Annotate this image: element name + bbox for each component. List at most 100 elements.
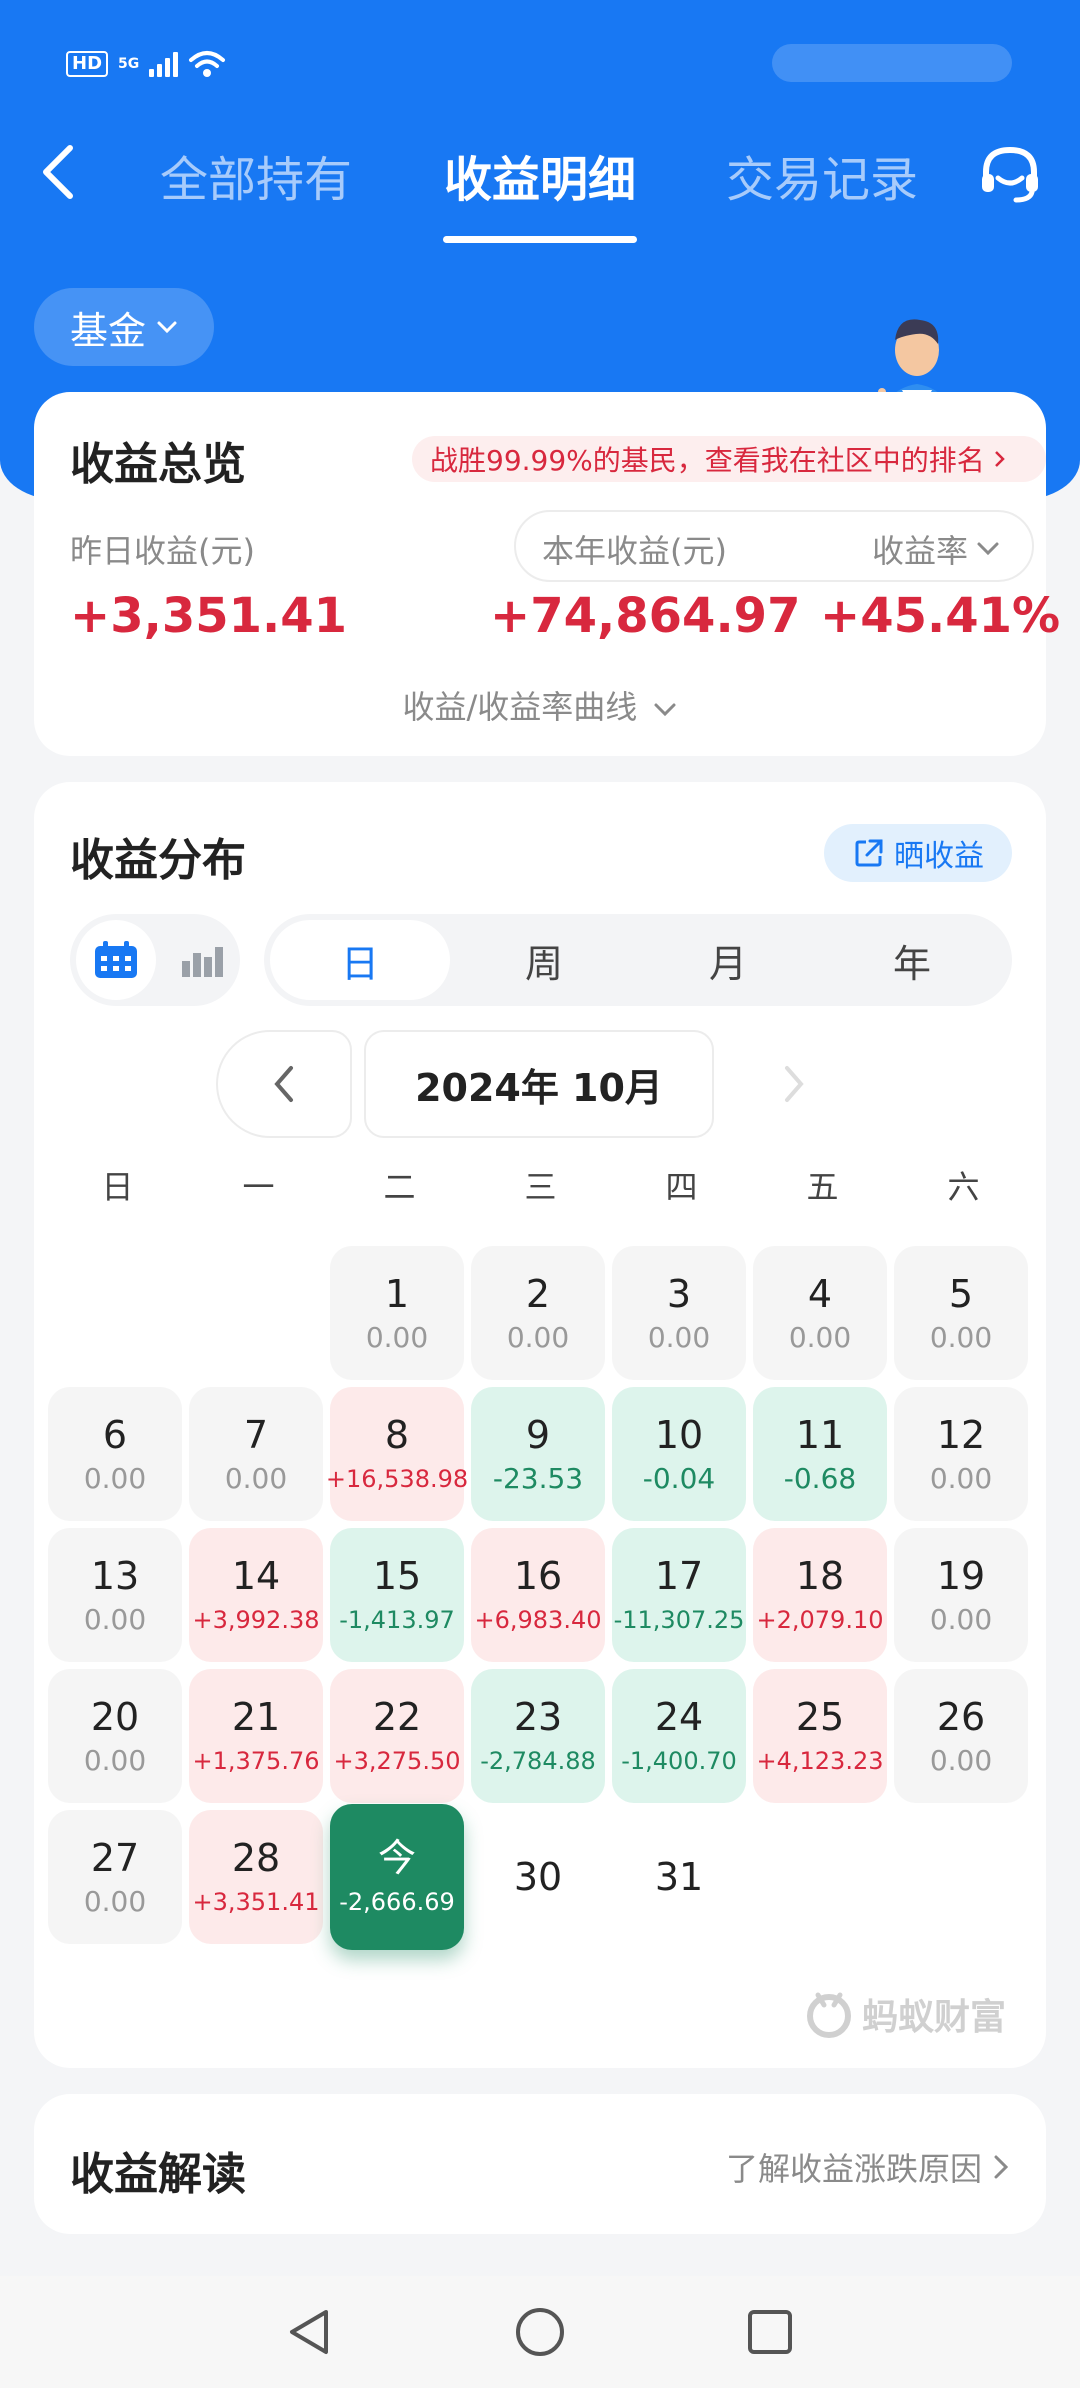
calendar-day-today[interactable]: 今 -2,666.69 (330, 1804, 464, 1950)
calendar-day[interactable]: 28 +3,351.41 (189, 1810, 323, 1944)
calendar-day[interactable]: 12 0.00 (894, 1387, 1028, 1521)
customer-service-button[interactable] (976, 140, 1044, 208)
calendar-day[interactable]: 7 0.00 (189, 1387, 323, 1521)
rank-banner[interactable]: 战胜99.99%的基民，查看我在社区中的排名 (412, 436, 1046, 482)
calendar-day-earnings: 0.00 (83, 1462, 147, 1495)
weekday-tue: 二 (383, 1168, 416, 1206)
watermark-text: 蚂蚁财富 (862, 1997, 1007, 2038)
calendar-day[interactable]: 24 -1,400.70 (612, 1669, 746, 1803)
calendar-day[interactable]: 1 0.00 (330, 1246, 464, 1380)
calendar-day[interactable]: 8 +16,538.98 (326, 1387, 468, 1521)
calendar-day[interactable]: 19 0.00 (894, 1528, 1028, 1662)
calendar-day[interactable]: 22 +3,275.50 (330, 1669, 464, 1803)
calendar-view-button[interactable] (76, 920, 156, 1000)
yesterday-earnings-value: +3,351.41 (70, 588, 348, 644)
calendar-day-number: 1 (384, 1272, 410, 1316)
ant-fortune-logo-icon (807, 1992, 851, 2038)
system-recents-button[interactable] (742, 2304, 798, 2360)
tab-all-holdings[interactable]: 全部持有 (160, 140, 352, 210)
share-earnings-button[interactable]: 晒收益 (824, 824, 1012, 882)
calendar-day-number: 16 (513, 1554, 563, 1598)
current-month[interactable]: 2024年 10月 (364, 1030, 714, 1138)
bar-view-button[interactable] (170, 920, 234, 1000)
system-home-button[interactable] (512, 2304, 568, 2360)
distribution-card: 收益分布 晒收益 日 周 月 年 2024年 10月 日 一 二 三 四 五 六… (34, 782, 1046, 2068)
active-tab-indicator (443, 236, 637, 243)
calendar-day-number: 11 (795, 1413, 845, 1457)
calendar-day[interactable]: 31 (612, 1810, 746, 1944)
calendar-day-number: 5 (948, 1272, 974, 1316)
calendar-day[interactable]: 3 0.00 (612, 1246, 746, 1380)
curve-toggle-label: 收益/收益率曲线 (402, 688, 638, 726)
share-earnings-label: 晒收益 (894, 839, 984, 874)
calendar-day[interactable]: 14 +3,992.38 (189, 1528, 323, 1662)
calendar-day-number: 今 (377, 1836, 416, 1880)
calendar-day[interactable]: 27 0.00 (48, 1810, 182, 1944)
view-toggle (70, 914, 240, 1006)
period-tab-day[interactable]: 日 (270, 920, 450, 1000)
system-back-button[interactable] (282, 2304, 338, 2360)
calendar-day[interactable]: 11 -0.68 (753, 1387, 887, 1521)
calendar-day[interactable]: 23 -2,784.88 (471, 1669, 605, 1803)
calendar-day[interactable]: 2 0.00 (471, 1246, 605, 1380)
calendar-day-number: 30 (513, 1855, 563, 1899)
yesterday-earnings-label: 昨日收益(元) (70, 532, 255, 570)
prev-month-button[interactable] (216, 1030, 352, 1138)
tab-earnings-detail[interactable]: 收益明细 (444, 140, 636, 210)
calendar-day[interactable]: 25 +4,123.23 (753, 1669, 887, 1803)
interpretation-card[interactable]: 收益解读 了解收益涨跌原因 (34, 2094, 1046, 2234)
chevron-right-icon (785, 1066, 804, 1102)
calendar-day-number: 26 (936, 1695, 986, 1739)
calendar-day-earnings: +4,123.23 (756, 1747, 884, 1775)
calendar-day[interactable]: 13 0.00 (48, 1528, 182, 1662)
interpretation-link[interactable]: 了解收益涨跌原因 (726, 2144, 1010, 2190)
calendar-day-number: 27 (90, 1836, 140, 1880)
weekday-thu: 四 (665, 1168, 698, 1206)
calendar-day[interactable]: 6 0.00 (48, 1387, 182, 1521)
calendar-day-number: 22 (372, 1695, 422, 1739)
calendar-day-earnings: 0.00 (929, 1744, 993, 1777)
calendar-day-earnings: +2,079.10 (756, 1606, 884, 1634)
calendar-day[interactable]: 9 -23.53 (471, 1387, 605, 1521)
calendar-day-earnings: -2,666.69 (339, 1888, 455, 1916)
calendar-day-earnings: -23.53 (492, 1462, 584, 1495)
rate-value: +45.41% (820, 588, 1061, 644)
triangle-back-icon (290, 2310, 328, 2354)
period-tab-year[interactable]: 年 (822, 920, 1002, 1000)
calendar-day[interactable]: 4 0.00 (753, 1246, 887, 1380)
fund-filter-dropdown[interactable]: 基金 (34, 288, 214, 366)
calendar-day-number: 3 (666, 1272, 692, 1316)
calendar-day-number: 12 (936, 1413, 986, 1457)
calendar-day[interactable]: 5 0.00 (894, 1246, 1028, 1380)
calendar-day[interactable]: 17 -11,307.25 (612, 1528, 746, 1662)
calendar-day-number: 21 (231, 1695, 281, 1739)
back-button[interactable] (32, 140, 88, 204)
calendar-day-earnings: 0.00 (929, 1603, 993, 1636)
tab-transaction-records[interactable]: 交易记录 (726, 140, 918, 210)
signal-icon (149, 51, 179, 77)
curve-toggle[interactable]: 收益/收益率曲线 (34, 682, 1046, 728)
chevron-down-icon (654, 703, 676, 717)
next-month-button[interactable] (726, 1030, 862, 1138)
calendar-day[interactable]: 10 -0.04 (612, 1387, 746, 1521)
calendar-day-number: 8 (384, 1413, 410, 1457)
calendar-day[interactable]: 30 (471, 1810, 605, 1944)
calendar-day-earnings: 0.00 (224, 1462, 288, 1495)
calendar-day[interactable]: 21 +1,375.76 (189, 1669, 323, 1803)
calendar-day[interactable]: 18 +2,079.10 (753, 1528, 887, 1662)
chevron-down-icon (977, 542, 999, 556)
weekday-fri: 五 (806, 1168, 839, 1206)
calendar-day-number: 19 (936, 1554, 986, 1598)
calendar-day[interactable]: 26 0.00 (894, 1669, 1028, 1803)
network-type: 5G (118, 56, 140, 72)
calendar-day[interactable]: 20 0.00 (48, 1669, 182, 1803)
calendar-day[interactable]: 16 +6,983.40 (471, 1528, 605, 1662)
period-tab-week[interactable]: 周 (454, 920, 634, 1000)
calendar-day-number: 9 (525, 1413, 551, 1457)
calendar-day-number: 2 (525, 1272, 551, 1316)
calendar-day-earnings: -0.68 (783, 1462, 857, 1495)
calendar-day-number: 25 (795, 1695, 845, 1739)
period-tab-month[interactable]: 月 (638, 920, 818, 1000)
rate-dropdown[interactable]: 收益率 (872, 526, 1000, 572)
calendar-day[interactable]: 15 -1,413.97 (330, 1528, 464, 1662)
